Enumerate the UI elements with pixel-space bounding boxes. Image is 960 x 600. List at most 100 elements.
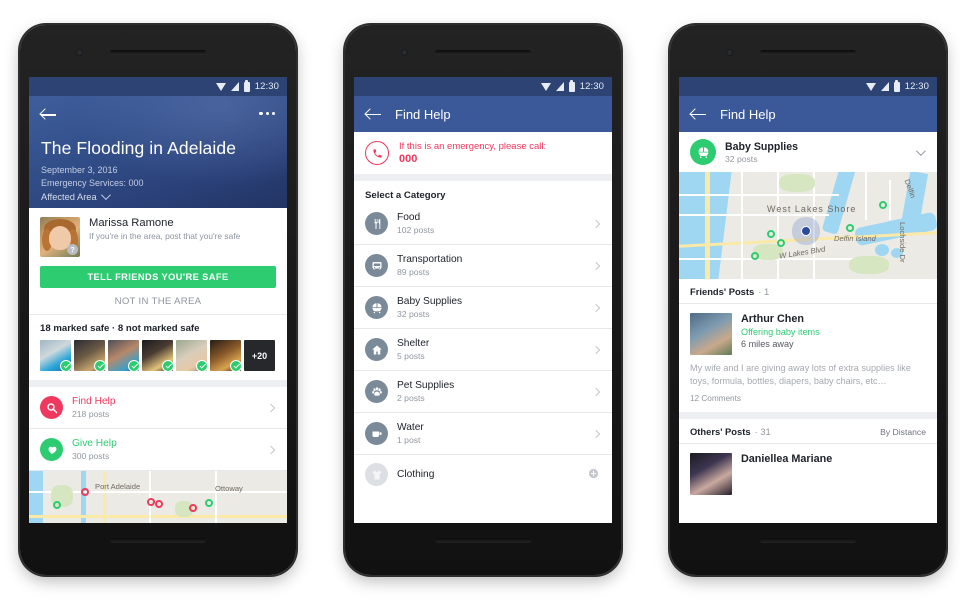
friends-posts-label: Friends' Posts <box>690 286 755 297</box>
bus-icon <box>365 254 388 277</box>
app-bar: Find Help <box>679 96 937 132</box>
category-row-food[interactable]: Food 102 posts <box>354 203 612 244</box>
map-pin[interactable] <box>81 488 89 496</box>
selected-category-header[interactable]: Baby Supplies 32 posts <box>679 132 937 172</box>
affected-area-toggle[interactable]: Affected Area <box>41 190 144 204</box>
check-icon <box>94 360 105 371</box>
status-bar: 12:30 <box>679 77 937 96</box>
back-arrow-icon[interactable] <box>691 107 706 122</box>
more-options-icon[interactable] <box>259 112 275 116</box>
back-arrow-icon[interactable] <box>41 107 56 122</box>
chevron-right-icon <box>591 219 601 228</box>
earpiece-speaker <box>760 50 856 55</box>
chevron-down-icon[interactable] <box>915 145 926 156</box>
list-item[interactable] <box>40 340 71 371</box>
map-pin[interactable] <box>751 252 759 260</box>
list-item[interactable] <box>142 340 173 371</box>
map-pin[interactable] <box>155 500 163 508</box>
check-icon <box>128 360 139 371</box>
emergency-services-line: Emergency Services: 000 <box>41 178 144 188</box>
mark-safe-button[interactable]: TELL FRIENDS YOU'RE SAFE <box>40 266 276 288</box>
map-view[interactable]: West Lakes Shore Delfin Island W Lakes B… <box>679 172 937 279</box>
app-bar-title: Find Help <box>720 106 776 122</box>
category-row-clothing[interactable]: Clothing <box>354 455 612 494</box>
map-pin[interactable] <box>147 498 155 506</box>
check-icon <box>230 360 241 371</box>
battery-icon <box>243 79 250 92</box>
chevron-down-icon <box>100 190 111 201</box>
crisis-hero-header: The Flooding in Adelaide September 3, 20… <box>29 96 287 208</box>
category-label: Food <box>397 212 421 223</box>
map-label: Ottoway <box>215 484 243 493</box>
stroller-icon <box>690 139 716 165</box>
category-label: Transportation <box>397 254 463 265</box>
list-item[interactable] <box>176 340 207 371</box>
map-pin[interactable] <box>189 504 197 512</box>
overflow-thumbnail[interactable]: +20 <box>244 340 275 371</box>
chevron-right-icon <box>266 403 276 412</box>
wifi-icon <box>215 82 226 91</box>
heart-icon <box>40 438 63 461</box>
back-arrow-icon[interactable] <box>366 107 381 122</box>
marked-safe-section: 18 marked safe · 8 not marked safe +20 <box>29 315 287 380</box>
check-icon <box>196 360 207 371</box>
category-row-pet-supplies[interactable]: Pet Supplies 2 posts <box>354 371 612 412</box>
category-count: 5 posts <box>397 351 425 361</box>
chevron-right-icon <box>591 303 601 312</box>
bottom-speaker <box>435 538 531 543</box>
signal-icon <box>555 82 564 91</box>
screenshot-stage: 12:30 The Flooding in Adelaide September… <box>0 0 960 600</box>
crisis-date: September 3, 2016 <box>41 165 118 175</box>
selected-category-label: Baby Supplies <box>725 140 798 153</box>
not-in-area-button[interactable]: NOT IN THE AREA <box>29 288 287 314</box>
category-label: Water <box>397 422 424 433</box>
phone-1: 12:30 The Flooding in Adelaide September… <box>17 22 299 578</box>
emergency-number[interactable]: 000 <box>399 153 546 165</box>
add-category-icon[interactable] <box>588 466 599 484</box>
map-label: Delfin Island <box>834 234 876 243</box>
give-help-label: Give Help <box>72 438 117 449</box>
map-pin[interactable] <box>846 224 854 232</box>
list-item[interactable] <box>108 340 139 371</box>
phone-3: 12:30 Find Help Baby Supplies 32 posts W… <box>667 22 949 578</box>
home-icon <box>365 338 388 361</box>
emergency-banner[interactable]: If this is an emergency, please call: 00… <box>354 132 612 174</box>
utensils-icon <box>365 212 388 235</box>
find-help-row[interactable]: Find Help 218 posts <box>29 387 287 428</box>
post-author: Arthur Chen <box>741 313 804 325</box>
category-row-shelter[interactable]: Shelter 5 posts <box>354 329 612 370</box>
category-count: 1 post <box>397 435 421 445</box>
map-pin[interactable] <box>205 499 213 507</box>
map-pin[interactable] <box>53 501 61 509</box>
front-camera-icon <box>401 49 408 56</box>
post-distance: 6 miles away <box>741 339 794 349</box>
front-camera-icon <box>76 49 83 56</box>
wifi-icon <box>540 82 551 91</box>
marked-safe-thumbnails: +20 <box>29 340 287 380</box>
section-gap <box>354 174 612 181</box>
give-help-row[interactable]: Give Help 300 posts <box>29 429 287 470</box>
post-comments[interactable]: 12 Comments <box>679 388 937 412</box>
map-pin[interactable] <box>767 230 775 238</box>
phone-icon <box>365 141 389 165</box>
sort-by-distance[interactable]: By Distance <box>880 427 926 437</box>
map-preview[interactable]: Port Adelaide Ottoway <box>29 471 287 523</box>
section-label: Select a Category <box>365 190 446 201</box>
post-offer: Offering baby items <box>741 327 820 337</box>
safety-prompt: ? Marissa Ramone If you're in the area, … <box>29 208 287 257</box>
other-post[interactable]: Daniellea Mariane <box>679 444 937 495</box>
shirt-icon <box>365 463 388 486</box>
friend-post[interactable]: Arthur Chen Offering baby items 6 miles … <box>679 304 937 355</box>
status-time: 12:30 <box>579 81 604 92</box>
list-item[interactable] <box>210 340 241 371</box>
category-row-baby-supplies[interactable]: Baby Supplies 32 posts <box>354 287 612 328</box>
category-row-transportation[interactable]: Transportation 89 posts <box>354 245 612 286</box>
battery-icon <box>893 79 900 92</box>
chevron-right-icon <box>266 445 276 454</box>
chevron-right-icon <box>591 261 601 270</box>
map-pin[interactable] <box>777 239 785 247</box>
map-pin[interactable] <box>879 201 887 209</box>
section-gap <box>679 412 937 419</box>
list-item[interactable] <box>74 340 105 371</box>
category-row-water[interactable]: Water 1 post <box>354 413 612 454</box>
